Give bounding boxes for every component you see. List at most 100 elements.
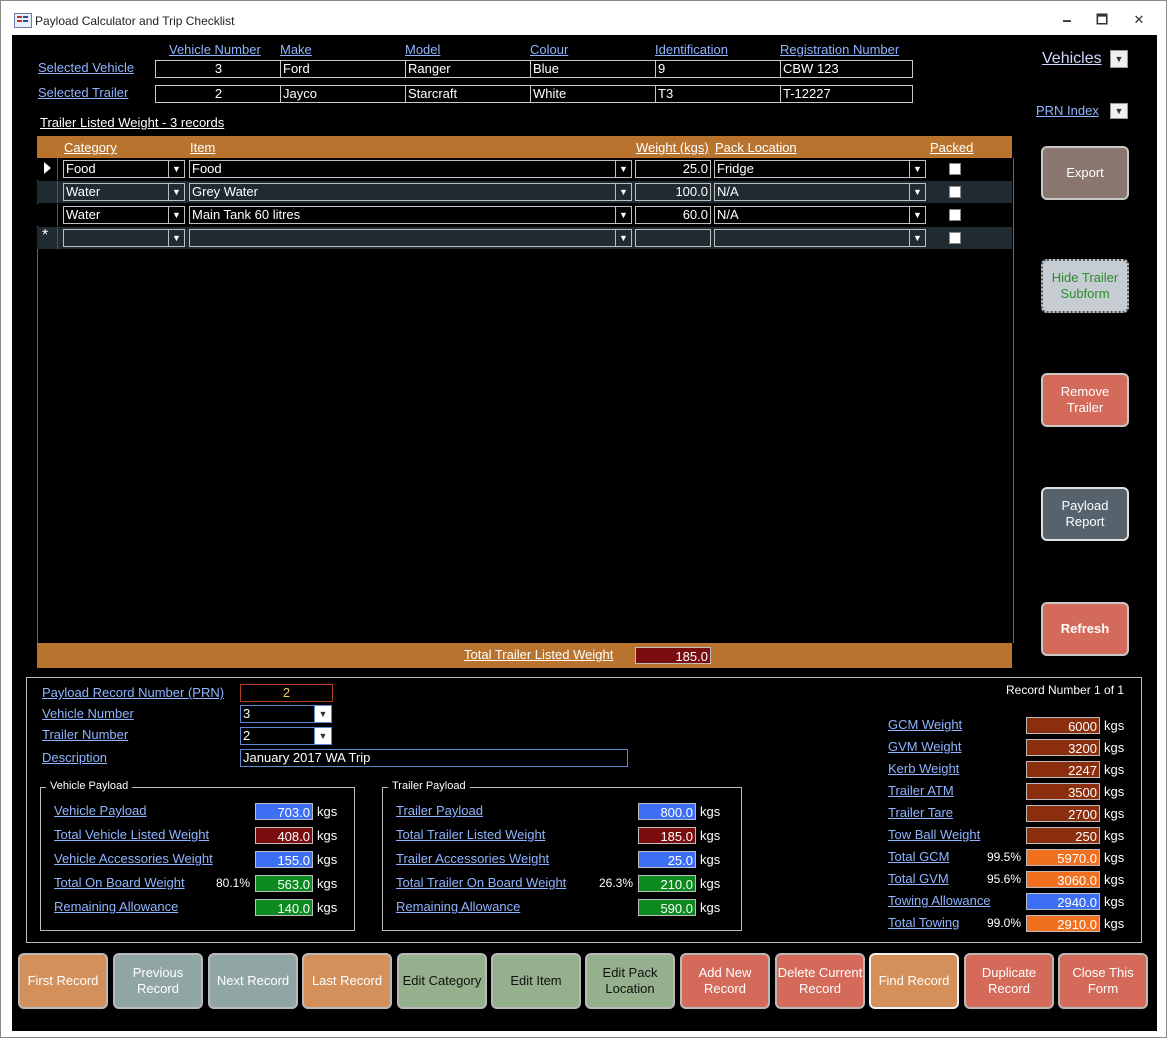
last-record-button[interactable]: Last Record: [302, 953, 392, 1009]
col-make: Make: [280, 42, 312, 57]
table-row[interactable]: Food ▼ Food ▼ 25.0 Fridge ▼: [37, 158, 1012, 180]
chevron-down-icon[interactable]: ▼: [615, 206, 632, 224]
edit-category-button[interactable]: Edit Category: [397, 953, 487, 1009]
weight-cell[interactable]: 100.0: [635, 183, 711, 201]
weight-cell[interactable]: 60.0: [635, 206, 711, 224]
description-label: Description: [42, 750, 108, 765]
selected-trailer-link[interactable]: Selected Trailer: [38, 85, 128, 100]
new-record-icon[interactable]: *: [37, 227, 58, 249]
description-field[interactable]: January 2017 WA Trip: [240, 749, 628, 767]
chevron-down-icon[interactable]: ▼: [168, 160, 185, 178]
total-gcm-pct: 99.5%: [986, 850, 1021, 864]
packed-checkbox[interactable]: [949, 232, 961, 244]
total-on-board-pct: 80.1%: [215, 876, 250, 890]
trailer-remaining-label: Remaining Allowance: [396, 899, 521, 914]
vehicles-dropdown-icon[interactable]: ▼: [1110, 50, 1128, 68]
total-trailer-listed-label-2: Total Trailer Listed Weight: [396, 827, 546, 842]
duplicate-record-button[interactable]: Duplicate Record: [964, 953, 1054, 1009]
vehicle-number-combo[interactable]: 3: [240, 705, 318, 723]
chevron-down-icon[interactable]: ▼: [168, 229, 185, 247]
table-row[interactable]: Water ▼ Grey Water ▼ 100.0 N/A ▼: [37, 181, 1012, 203]
packed-checkbox[interactable]: [949, 163, 961, 175]
chevron-down-icon[interactable]: ▼: [909, 206, 926, 224]
payload-report-button[interactable]: Payload Report: [1041, 487, 1129, 541]
chevron-down-icon[interactable]: ▼: [909, 160, 926, 178]
new-record-row[interactable]: * ▼ ▼ ▼: [37, 227, 1012, 249]
gcm-weight-label: GCM Weight: [888, 717, 963, 732]
item-cell[interactable]: Grey Water: [189, 183, 620, 201]
weight-cell[interactable]: 25.0: [635, 160, 711, 178]
chevron-down-icon[interactable]: ▼: [615, 160, 632, 178]
pack-location-cell[interactable]: [714, 229, 912, 247]
unit-label: kgs: [317, 852, 338, 867]
record-selector[interactable]: [37, 181, 58, 203]
item-cell[interactable]: Main Tank 60 litres: [189, 206, 620, 224]
total-trailer-on-board-value: 210.0: [638, 875, 696, 892]
total-gcm-label: Total GCM: [888, 849, 950, 864]
col-category: Category: [64, 140, 117, 155]
maximize-icon[interactable]: 🗖: [1094, 13, 1110, 27]
chevron-down-icon[interactable]: ▼: [909, 183, 926, 201]
pack-location-cell[interactable]: N/A: [714, 183, 912, 201]
trailer-payload-label: Trailer Payload: [396, 803, 483, 818]
unit-label: kgs: [700, 828, 721, 843]
add-new-record-button[interactable]: Add New Record: [680, 953, 770, 1009]
edit-item-button[interactable]: Edit Item: [491, 953, 581, 1009]
trailer-number-combo[interactable]: 2: [240, 727, 318, 745]
category-cell[interactable]: Water: [63, 183, 175, 201]
previous-record-button[interactable]: Previous Record: [113, 953, 203, 1009]
export-button[interactable]: Export: [1041, 146, 1129, 200]
chevron-down-icon[interactable]: ▼: [615, 183, 632, 201]
remove-trailer-button[interactable]: Remove Trailer: [1041, 373, 1129, 427]
prn-index-link[interactable]: PRN Index: [1036, 103, 1099, 118]
chevron-down-icon[interactable]: ▼: [615, 229, 632, 247]
vehicle-registration-field: CBW 123: [780, 60, 913, 78]
first-record-button[interactable]: First Record: [18, 953, 108, 1009]
unit-label: kgs: [700, 852, 721, 867]
item-cell[interactable]: Food: [189, 160, 620, 178]
chevron-down-icon[interactable]: ▼: [168, 206, 185, 224]
table-row[interactable]: Water ▼ Main Tank 60 litres ▼ 60.0 N/A ▼: [37, 204, 1012, 226]
find-record-button[interactable]: Find Record: [869, 953, 959, 1009]
record-selector-icon[interactable]: [37, 158, 58, 180]
chevron-down-icon[interactable]: ▼: [168, 183, 185, 201]
prn-field[interactable]: 2: [240, 684, 333, 702]
form-icon: [14, 13, 32, 28]
close-this-form-button[interactable]: Close This Form: [1058, 953, 1148, 1009]
edit-pack-location-button[interactable]: Edit Pack Location: [585, 953, 675, 1009]
vehicle-number-field: 3: [155, 60, 282, 78]
weight-cell[interactable]: [635, 229, 711, 247]
category-cell[interactable]: Food: [63, 160, 175, 178]
next-record-button[interactable]: Next Record: [208, 953, 298, 1009]
refresh-button[interactable]: Refresh: [1041, 602, 1129, 656]
close-icon[interactable]: ✕: [1131, 13, 1147, 27]
packed-checkbox[interactable]: [949, 186, 961, 198]
chevron-down-icon[interactable]: ▼: [314, 705, 332, 723]
chevron-down-icon[interactable]: ▼: [909, 229, 926, 247]
category-cell[interactable]: Water: [63, 206, 175, 224]
vehicle-colour-field: Blue: [530, 60, 656, 78]
total-on-board-label: Total On Board Weight: [54, 875, 185, 890]
total-on-board-value: 563.0: [255, 875, 313, 892]
record-selector[interactable]: [37, 204, 58, 226]
item-cell[interactable]: [189, 229, 620, 247]
trailer-colour-field: White: [530, 85, 656, 103]
packed-checkbox[interactable]: [949, 209, 961, 221]
pack-location-cell[interactable]: Fridge: [714, 160, 912, 178]
prn-index-dropdown-icon[interactable]: ▼: [1110, 103, 1128, 119]
unit-label: kgs: [317, 876, 338, 891]
hide-trailer-subform-button[interactable]: Hide Trailer Subform: [1041, 259, 1129, 313]
trailer-remaining-value: 590.0: [638, 899, 696, 916]
vehicles-link[interactable]: Vehicles: [1042, 50, 1102, 68]
category-cell[interactable]: [63, 229, 175, 247]
chevron-down-icon[interactable]: ▼: [314, 727, 332, 745]
unit-label: kgs: [1104, 872, 1125, 887]
delete-current-record-button[interactable]: Delete Current Record: [775, 953, 865, 1009]
trailer-payload-value: 800.0: [638, 803, 696, 820]
col-registration: Registration Number: [780, 42, 900, 57]
pack-location-cell[interactable]: N/A: [714, 206, 912, 224]
selected-vehicle-link[interactable]: Selected Vehicle: [38, 60, 134, 75]
minimize-icon[interactable]: 🗕: [1059, 13, 1075, 27]
unit-label: kgs: [1104, 916, 1125, 931]
vehicle-identification-field: 9: [655, 60, 781, 78]
